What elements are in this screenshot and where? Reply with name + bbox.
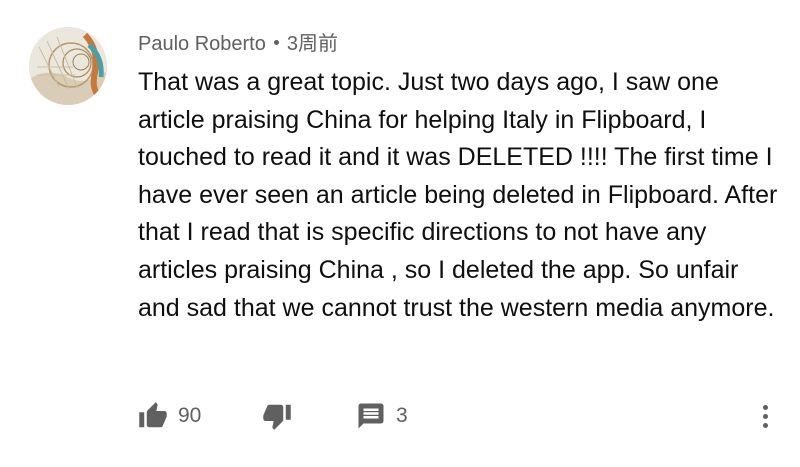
like-button[interactable]: 90 (138, 396, 201, 436)
avatar[interactable] (29, 27, 107, 105)
more-dot (762, 404, 768, 410)
dislike-button[interactable] (262, 396, 292, 436)
more-vertical-icon[interactable] (751, 398, 779, 434)
timestamp: 3周前 (286, 33, 338, 55)
more-dot (762, 422, 768, 428)
reply-count: 3 (396, 404, 408, 427)
comment-icon (358, 403, 384, 429)
separator-dot (273, 40, 279, 46)
thumbs-down-icon (263, 404, 291, 430)
more-dot (762, 413, 768, 419)
comment-text: That was a great topic. Just two days ag… (138, 68, 778, 322)
comment-meta: Paulo Roberto 3周前 (138, 31, 338, 57)
like-count: 90 (178, 404, 202, 427)
avatar-image (29, 27, 107, 105)
comment: Paulo Roberto 3周前 That was a great topic.… (0, 0, 800, 467)
comment-actions: 90 3 (138, 396, 778, 436)
reply-button[interactable]: 3 (356, 396, 408, 436)
author-name[interactable]: Paulo Roberto (138, 33, 266, 55)
thumbs-up-icon (139, 402, 167, 428)
